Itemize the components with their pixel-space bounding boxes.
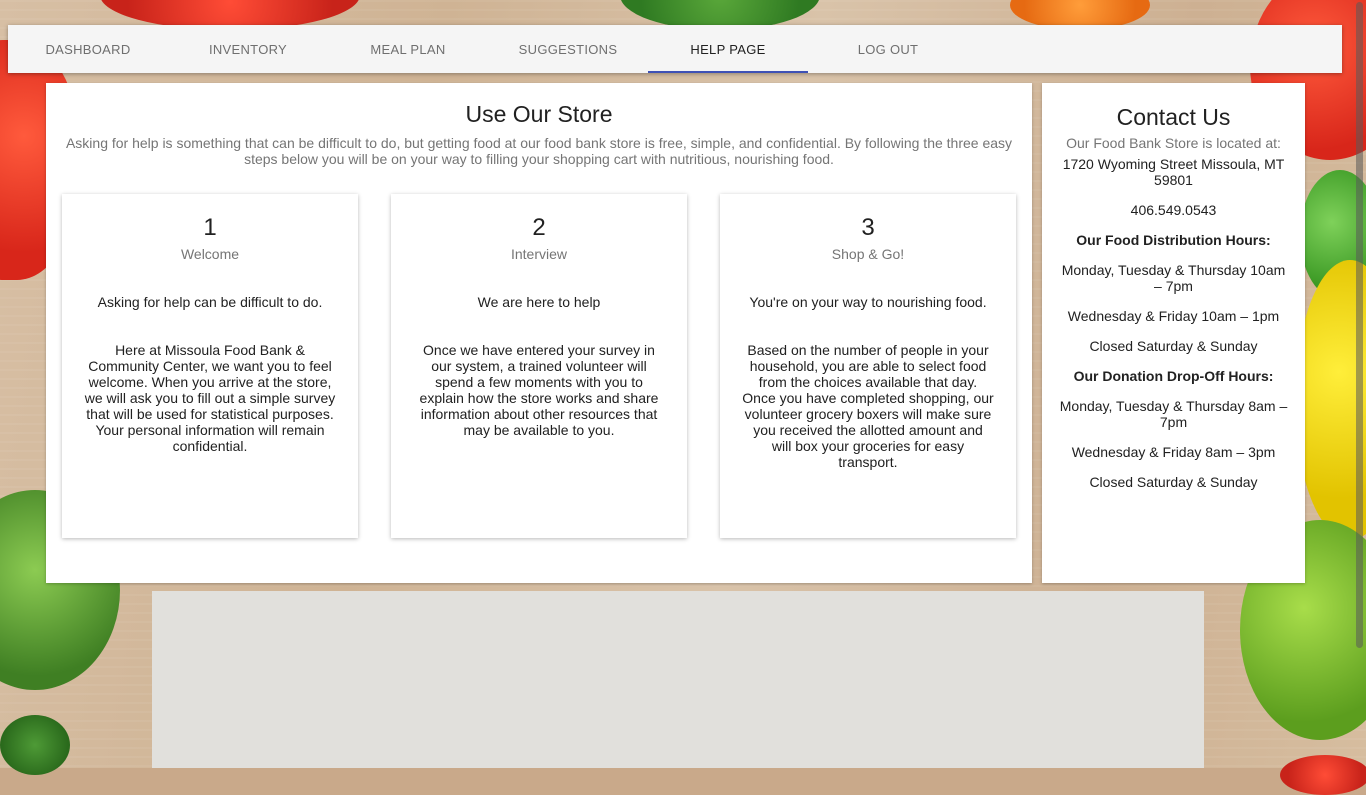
distribution-hours-item: Wednesday & Friday 10am – 1pm (1067, 308, 1280, 324)
use-our-store-subtitle: Asking for help is something that can be… (65, 135, 1013, 167)
nav-tab-log-out[interactable]: LOG OUT (808, 25, 968, 73)
store-address: 1720 Wyoming Street Missoula, MT 59801 (1062, 156, 1285, 188)
scrollbar-thumb[interactable] (1356, 2, 1363, 648)
step-name: Welcome (180, 246, 240, 262)
distribution-hours-item: Closed Saturday & Sunday (1089, 338, 1258, 354)
nav-tab-suggestions[interactable]: SUGGESTIONS (488, 25, 648, 73)
step-card-interview: 2 Interview We are here to help Once we … (391, 194, 687, 538)
step-number: 2 (532, 214, 546, 241)
location-label: Our Food Bank Store is located at: (1066, 135, 1281, 151)
step-card-welcome: 1 Welcome Asking for help can be difficu… (62, 194, 358, 538)
donation-hours-item: Monday, Tuesday & Thursday 8am – 7pm (1059, 398, 1288, 430)
distribution-hours-item: Monday, Tuesday & Thursday 10am – 7pm (1061, 262, 1286, 294)
donation-hours-item: Closed Saturday & Sunday (1089, 474, 1258, 490)
step-lead-text: Asking for help can be difficult to do. (97, 294, 323, 310)
nav-tab-help-page[interactable]: HELP PAGE (648, 25, 808, 73)
distribution-hours-heading: Our Food Distribution Hours: (1076, 232, 1271, 248)
map-placeholder-panel (152, 591, 1204, 768)
step-name: Shop & Go! (831, 246, 905, 262)
step-body-text: Based on the number of people in your ho… (742, 342, 994, 470)
step-body-text: Here at Missoula Food Bank & Community C… (84, 342, 336, 454)
step-card-shop-and-go: 3 Shop & Go! You're on your way to nouri… (720, 194, 1016, 538)
top-navigation-bar: DASHBOARD INVENTORY MEAL PLAN SUGGESTION… (8, 25, 1342, 73)
step-body-text: Once we have entered your survey in our … (419, 342, 659, 438)
step-number: 1 (203, 214, 217, 241)
donation-hours-item: Wednesday & Friday 8am – 3pm (1071, 444, 1276, 460)
nav-tab-inventory[interactable]: INVENTORY (168, 25, 328, 73)
contact-us-title: Contact Us (1116, 104, 1231, 130)
step-lead-text: We are here to help (477, 294, 601, 310)
nav-tab-dashboard[interactable]: DASHBOARD (8, 25, 168, 73)
use-our-store-card: Use Our Store Asking for help is somethi… (46, 83, 1032, 583)
page-scrollbar[interactable] (1352, 0, 1366, 768)
use-our-store-title: Use Our Store (465, 101, 613, 127)
nav-tab-meal-plan[interactable]: MEAL PLAN (328, 25, 488, 73)
step-lead-text: You're on your way to nourishing food. (749, 294, 987, 310)
contact-us-card: Contact Us Our Food Bank Store is locate… (1042, 83, 1305, 583)
herb-bottom-left-image (0, 715, 70, 775)
step-number: 3 (861, 214, 875, 241)
donation-hours-heading: Our Donation Drop-Off Hours: (1073, 368, 1274, 384)
step-name: Interview (510, 246, 568, 262)
phone-number: 406.549.0543 (1130, 202, 1217, 218)
